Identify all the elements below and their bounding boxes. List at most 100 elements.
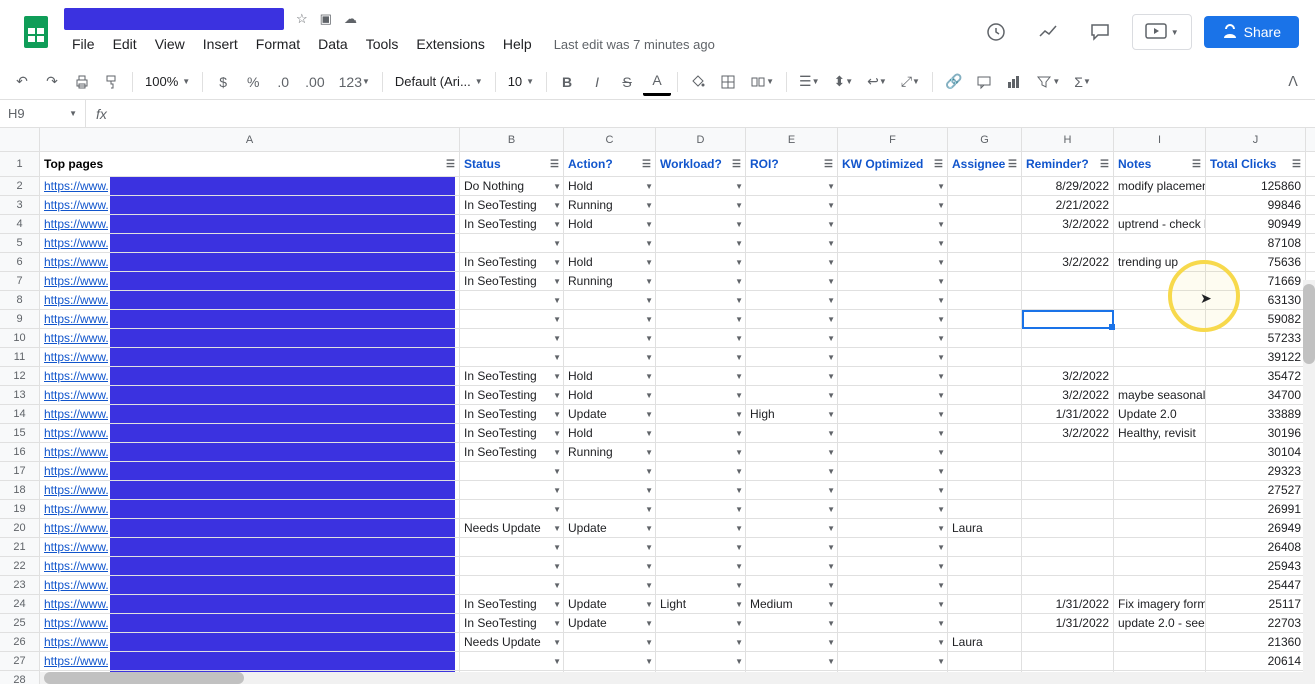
cell[interactable]: ▼	[564, 500, 656, 518]
data-validation-arrow-icon[interactable]: ▼	[553, 353, 561, 362]
cell[interactable]: ▼	[460, 291, 564, 309]
data-validation-arrow-icon[interactable]: ▼	[735, 182, 743, 191]
cell[interactable]: ▼	[838, 443, 948, 461]
data-validation-arrow-icon[interactable]: ▼	[735, 410, 743, 419]
data-validation-arrow-icon[interactable]: ▼	[553, 277, 561, 286]
italic-button[interactable]: I	[583, 68, 611, 96]
cell[interactable]: ▼	[746, 557, 838, 575]
cell[interactable]: ▼	[746, 272, 838, 290]
cell[interactable]: ▼	[838, 462, 948, 480]
cell[interactable]	[948, 386, 1022, 404]
cell[interactable]: 1/31/2022	[1022, 614, 1114, 632]
cell[interactable]: 25447	[1206, 576, 1306, 594]
data-validation-arrow-icon[interactable]: ▼	[645, 638, 653, 647]
currency-button[interactable]: $	[209, 68, 237, 96]
filter-icon[interactable]: ☰	[934, 159, 943, 170]
cell[interactable]: https://www.	[40, 500, 460, 518]
data-validation-arrow-icon[interactable]: ▼	[645, 334, 653, 343]
cell[interactable]: https://www.	[40, 291, 460, 309]
data-validation-arrow-icon[interactable]: ▼	[937, 220, 945, 229]
cell[interactable]	[948, 424, 1022, 442]
cell[interactable]	[1114, 462, 1206, 480]
horizontal-align-button[interactable]: ☰▼	[793, 68, 825, 96]
cell[interactable]: ▼	[746, 481, 838, 499]
cell[interactable]: ▼	[746, 633, 838, 651]
cell[interactable]: ▼	[656, 443, 746, 461]
cell[interactable]: https://www.	[40, 538, 460, 556]
col-header-G[interactable]: G	[948, 128, 1022, 151]
cell[interactable]: ▼	[656, 462, 746, 480]
data-validation-arrow-icon[interactable]: ▼	[645, 486, 653, 495]
cell[interactable]: ▼	[838, 519, 948, 537]
data-validation-arrow-icon[interactable]: ▼	[735, 448, 743, 457]
row-header[interactable]: 8	[0, 291, 39, 310]
cell[interactable]: ▼	[838, 291, 948, 309]
data-validation-arrow-icon[interactable]: ▼	[645, 619, 653, 628]
data-validation-arrow-icon[interactable]: ▼	[645, 239, 653, 248]
cell[interactable]: 3/2/2022	[1022, 386, 1114, 404]
name-box[interactable]: H9▼	[0, 100, 86, 127]
data-validation-arrow-icon[interactable]: ▼	[827, 258, 835, 267]
data-validation-arrow-icon[interactable]: ▼	[553, 505, 561, 514]
undo-button[interactable]: ↶	[8, 68, 36, 96]
cell[interactable]: 22703	[1206, 614, 1306, 632]
row-header[interactable]: 16	[0, 443, 39, 462]
cell[interactable]: In SeoTesting▼	[460, 272, 564, 290]
data-validation-arrow-icon[interactable]: ▼	[937, 600, 945, 609]
cell[interactable]: ▼	[746, 519, 838, 537]
cell[interactable]: ▼	[656, 291, 746, 309]
data-validation-arrow-icon[interactable]: ▼	[827, 410, 835, 419]
data-validation-arrow-icon[interactable]: ▼	[735, 619, 743, 628]
functions-button[interactable]: Σ▼	[1068, 68, 1097, 96]
cell[interactable]: 26991	[1206, 500, 1306, 518]
row-header[interactable]: 26	[0, 633, 39, 652]
data-validation-arrow-icon[interactable]: ▼	[645, 353, 653, 362]
filter-icon[interactable]: ☰	[1192, 159, 1201, 170]
menu-tools[interactable]: Tools	[358, 32, 407, 56]
data-validation-arrow-icon[interactable]: ▼	[827, 505, 835, 514]
cell[interactable]: ▼	[746, 196, 838, 214]
vertical-scrollbar[interactable]	[1303, 280, 1315, 684]
cell[interactable]: ▼	[656, 386, 746, 404]
cell[interactable]: Hold▼	[564, 386, 656, 404]
cell[interactable]: ▼	[656, 196, 746, 214]
cell[interactable]: https://www.	[40, 405, 460, 423]
cell[interactable]: 20614	[1206, 652, 1306, 670]
cell[interactable]: 2/21/2022	[1022, 196, 1114, 214]
cell[interactable]: ▼	[838, 633, 948, 651]
data-validation-arrow-icon[interactable]: ▼	[827, 239, 835, 248]
cell[interactable]: ▼	[746, 253, 838, 271]
data-validation-arrow-icon[interactable]: ▼	[937, 353, 945, 362]
share-button[interactable]: Share	[1204, 16, 1299, 48]
data-validation-arrow-icon[interactable]: ▼	[735, 334, 743, 343]
cell[interactable]	[1114, 500, 1206, 518]
data-validation-arrow-icon[interactable]: ▼	[735, 505, 743, 514]
cell[interactable]	[948, 576, 1022, 594]
cell[interactable]: In SeoTesting▼	[460, 367, 564, 385]
header-action[interactable]: Action?☰	[564, 152, 656, 176]
cell[interactable]: ▼	[838, 348, 948, 366]
cell[interactable]: ▼	[656, 576, 746, 594]
data-validation-arrow-icon[interactable]: ▼	[827, 562, 835, 571]
data-validation-arrow-icon[interactable]: ▼	[735, 239, 743, 248]
cell[interactable]: 125860	[1206, 177, 1306, 195]
cell[interactable]: 27527	[1206, 481, 1306, 499]
cell[interactable]: Healthy, revisit	[1114, 424, 1206, 442]
cell[interactable]: ▼	[460, 652, 564, 670]
menu-view[interactable]: View	[147, 32, 193, 56]
col-header-B[interactable]: B	[460, 128, 564, 151]
cell[interactable]: ▼	[746, 652, 838, 670]
data-validation-arrow-icon[interactable]: ▼	[645, 505, 653, 514]
font-size-select[interactable]: 10▼	[502, 70, 540, 93]
data-validation-arrow-icon[interactable]: ▼	[937, 505, 945, 514]
cell[interactable]: ▼	[746, 348, 838, 366]
cell[interactable]: ▼	[564, 557, 656, 575]
data-validation-arrow-icon[interactable]: ▼	[553, 657, 561, 666]
data-validation-arrow-icon[interactable]: ▼	[937, 334, 945, 343]
row-header[interactable]: 9	[0, 310, 39, 329]
insert-chart-button[interactable]	[1000, 68, 1028, 96]
cell[interactable]	[1114, 329, 1206, 347]
cell[interactable]: ▼	[838, 481, 948, 499]
cell[interactable]: ▼	[460, 329, 564, 347]
data-validation-arrow-icon[interactable]: ▼	[645, 467, 653, 476]
